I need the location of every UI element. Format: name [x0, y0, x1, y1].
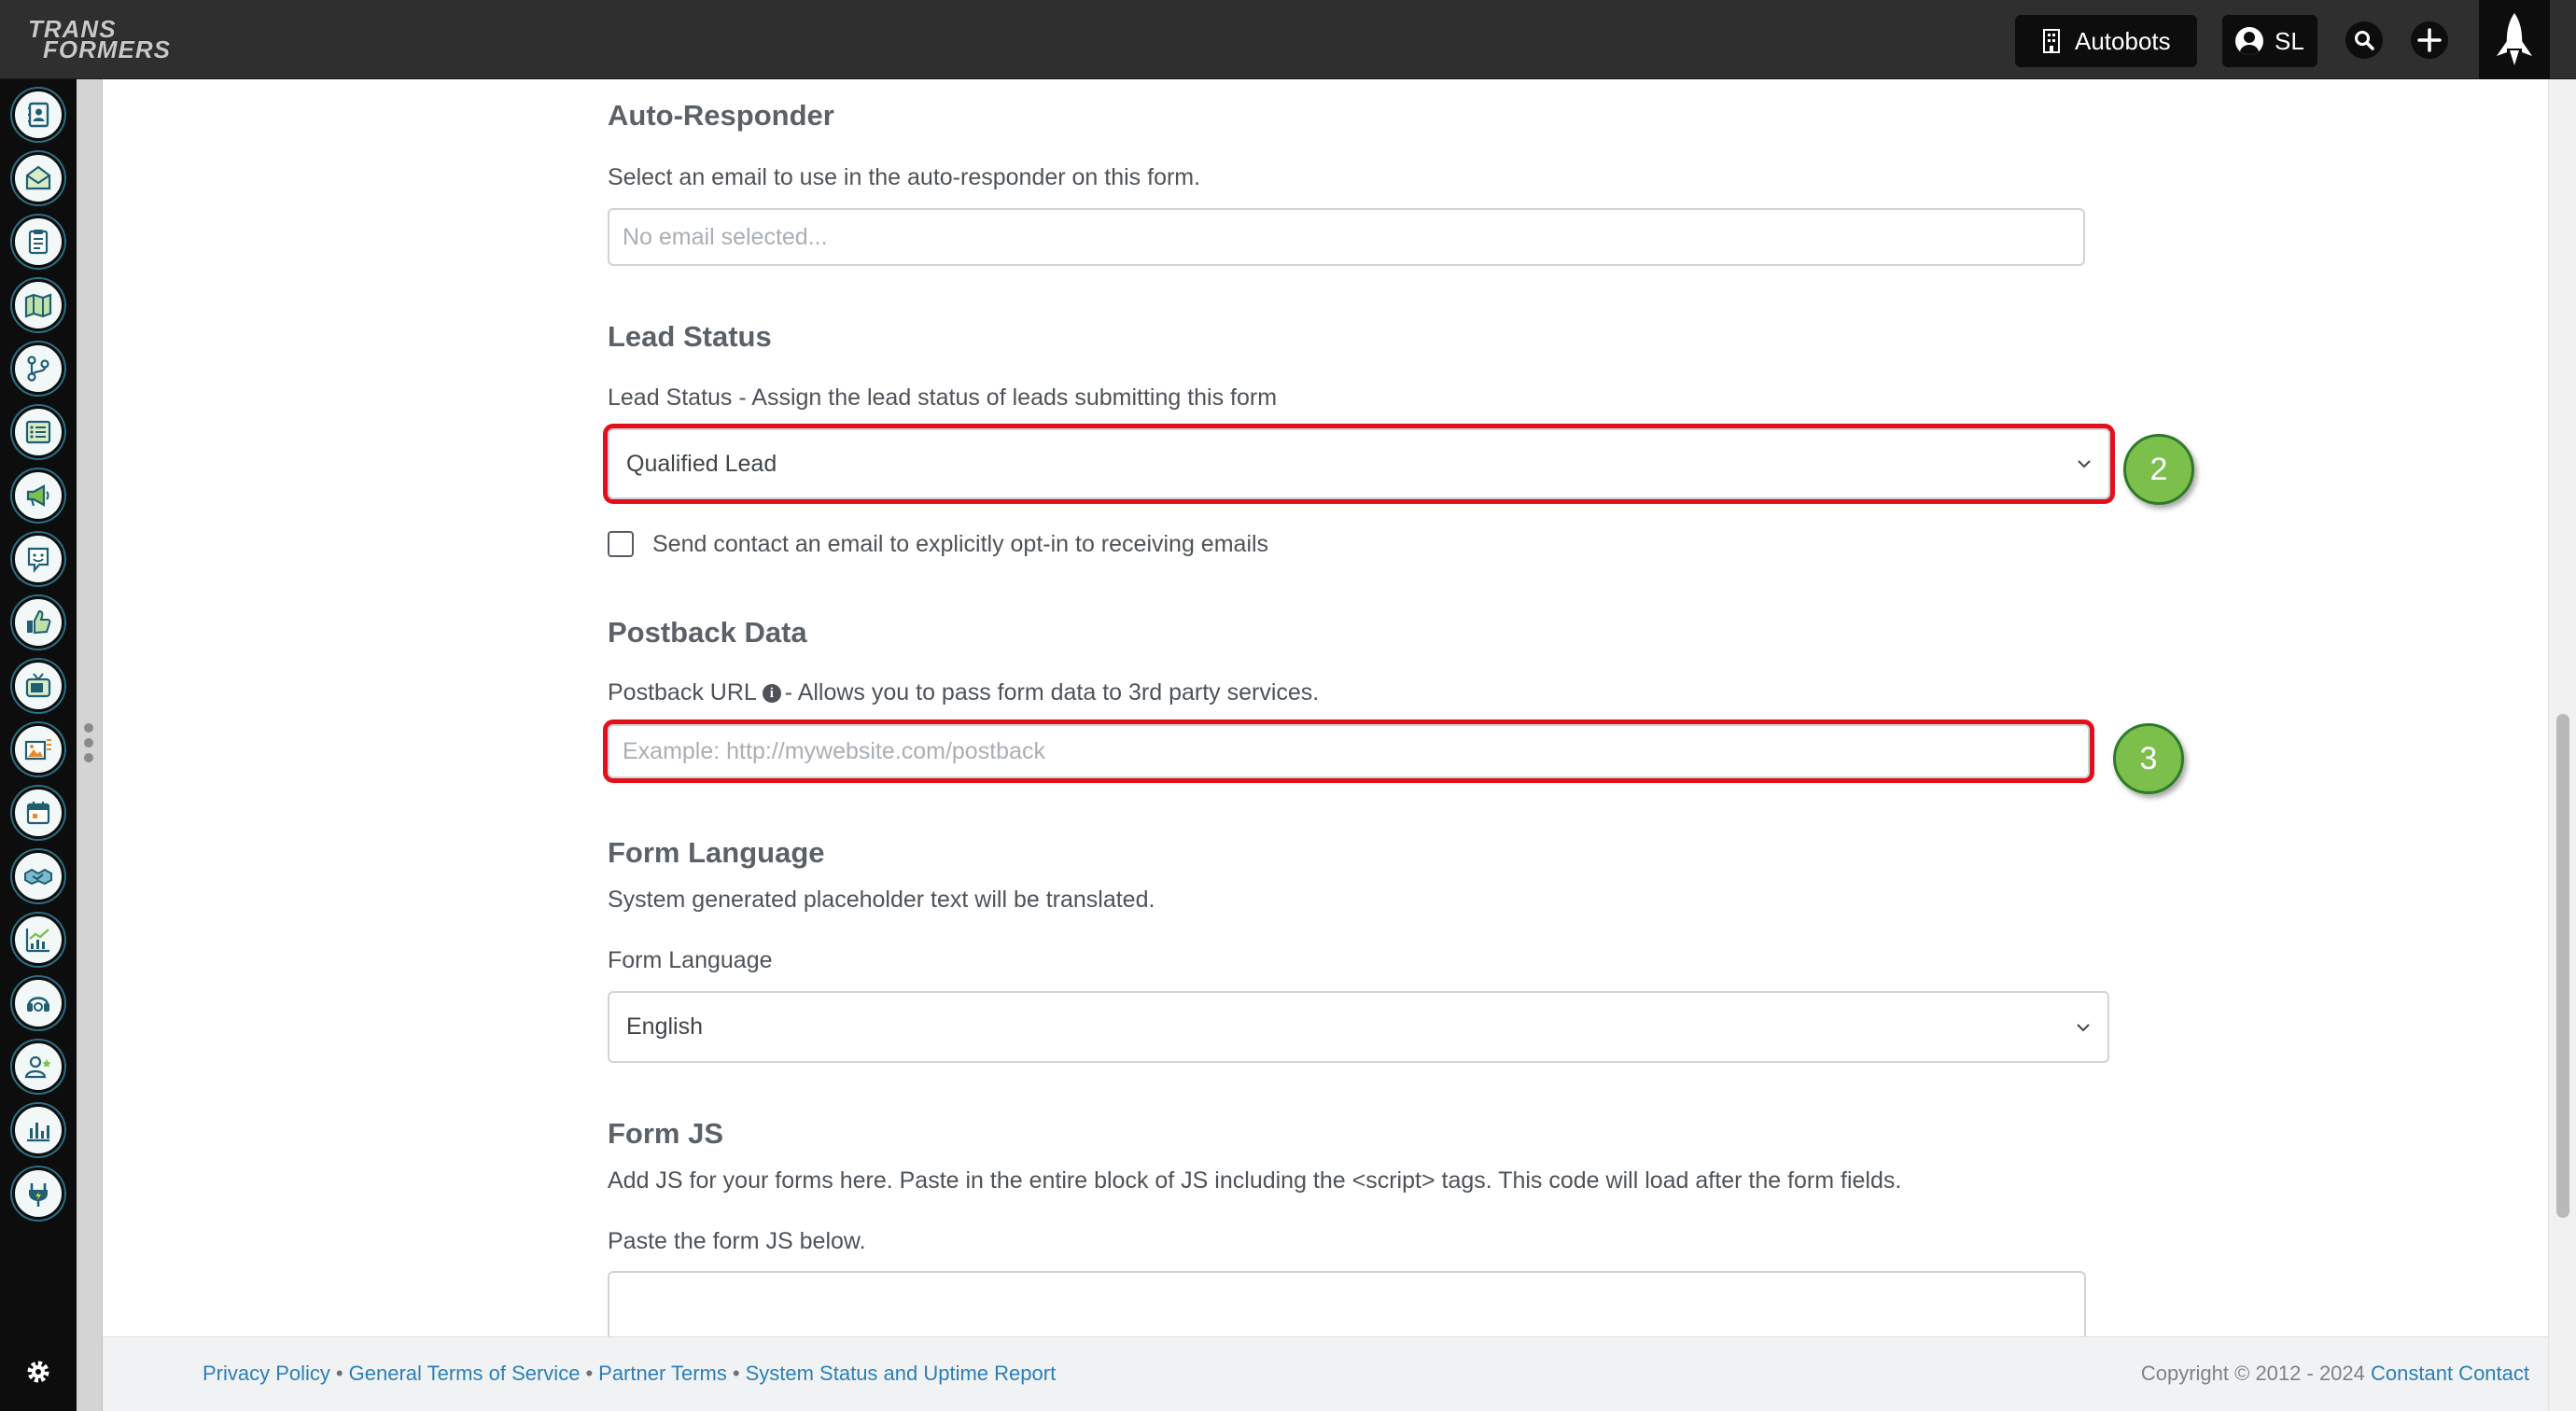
form-js-label: Paste the form JS below. — [608, 1228, 866, 1254]
transformers-logo[interactable]: TRANS FORMERS — [15, 15, 192, 63]
autoresponder-title: Auto-Responder — [608, 99, 834, 132]
optin-checkbox[interactable] — [608, 531, 634, 557]
chat-icon[interactable] — [12, 533, 64, 585]
forms-icon[interactable] — [12, 216, 64, 268]
step-badge-3: 3 — [2113, 723, 2184, 794]
avatar-icon — [2235, 27, 2263, 55]
privacy-policy-link[interactable]: Privacy Policy — [203, 1362, 330, 1385]
optin-label: Send contact an email to explicitly opt-… — [652, 531, 1269, 557]
logo-line2: FORMERS — [43, 35, 171, 63]
page-footer: Privacy Policy • General Terms of Service •… — [103, 1336, 2548, 1411]
form-language-label: Form Language — [608, 947, 773, 973]
form-language-title: Form Language — [608, 836, 825, 869]
postback-title: Postback Data — [608, 616, 807, 649]
building-icon — [2043, 29, 2060, 53]
add-button[interactable] — [2411, 21, 2448, 59]
video-icon[interactable] — [12, 660, 64, 712]
campaigns-icon[interactable] — [12, 469, 64, 522]
postback-url-placeholder: Example: http://mywebsite.com/postback — [623, 737, 1045, 764]
lead-status-select[interactable]: Qualified Lead — [603, 424, 2115, 504]
app-sidebar — [0, 79, 77, 1411]
lists-icon[interactable] — [12, 406, 64, 458]
reports-icon[interactable] — [12, 1104, 64, 1156]
map-icon[interactable] — [12, 279, 64, 331]
info-icon[interactable]: i — [762, 684, 781, 703]
terms-link[interactable]: General Terms of Service — [349, 1362, 581, 1385]
email-icon[interactable] — [12, 152, 64, 204]
users-icon[interactable] — [12, 1041, 64, 1093]
chevron-down-icon — [2078, 460, 2091, 468]
scrollbar-thumb[interactable] — [2556, 714, 2569, 1218]
partner-terms-link[interactable]: Partner Terms — [598, 1362, 727, 1385]
step-badge-2: 2 — [2123, 434, 2194, 505]
copyright-text: Copyright © 2012 - 2024 — [2140, 1362, 2365, 1385]
search-icon — [2355, 31, 2374, 50]
org-label: Autobots — [2075, 26, 2171, 55]
analytics-icon[interactable] — [12, 914, 64, 966]
postback-url-hint: - Allows you to pass form data to 3rd pa… — [784, 679, 1320, 706]
copyright: Copyright © 2012 - 2024 Constant Contact — [2141, 1362, 2529, 1386]
contacts-icon[interactable] — [12, 89, 64, 141]
top-bar: TRANS FORMERS Autobots SL — [0, 0, 2576, 79]
main-scrollbar[interactable] — [2548, 79, 2576, 1411]
postback-url-label-row: Postback URL i - Allows you to pass form d… — [608, 679, 1319, 706]
system-status-link[interactable]: System Status and Uptime Report — [746, 1362, 1057, 1385]
landing-pages-icon[interactable] — [12, 723, 64, 775]
integrations-icon[interactable] — [12, 1167, 64, 1220]
form-js-textarea[interactable] — [608, 1271, 2086, 1346]
form-language-select[interactable]: English — [608, 991, 2109, 1063]
lead-status-title: Lead Status — [608, 320, 772, 353]
search-button[interactable] — [2345, 21, 2383, 59]
autoresponder-email-select[interactable]: No email selected... — [608, 208, 2085, 266]
postback-url-input[interactable]: Example: http://mywebsite.com/postback — [603, 719, 2094, 783]
plus-icon — [2417, 28, 2442, 52]
form-js-title: Form JS — [608, 1117, 724, 1150]
rocket-icon — [2497, 12, 2532, 65]
autoresponder-placeholder: No email selected... — [623, 223, 828, 250]
chevron-down-icon — [2077, 1023, 2090, 1031]
support-icon[interactable] — [12, 977, 64, 1029]
social-icon[interactable] — [12, 596, 64, 649]
form-language-description: System generated placeholder text will b… — [608, 887, 1155, 913]
postback-url-label: Postback URL — [608, 679, 757, 706]
form-js-description: Add JS for your forms here. Paste in the… — [608, 1167, 1902, 1194]
launch-button[interactable] — [2479, 0, 2550, 79]
resize-handle[interactable] — [82, 723, 95, 768]
deals-icon[interactable] — [12, 850, 64, 902]
lead-status-value: Qualified Lead — [626, 450, 777, 477]
user-menu-button[interactable]: SL — [2222, 15, 2317, 67]
workflow-icon[interactable] — [12, 342, 64, 395]
calendar-icon[interactable] — [12, 787, 64, 839]
gear-icon[interactable] — [24, 1358, 52, 1386]
user-initials: SL — [2275, 26, 2304, 55]
form-language-value: English — [626, 1013, 703, 1040]
autoresponder-description: Select an email to use in the auto-respo… — [608, 164, 1201, 190]
lead-status-description: Lead Status - Assign the lead status of … — [608, 384, 1278, 411]
footer-links: Privacy Policy • General Terms of Service •… — [203, 1362, 1057, 1385]
company-link[interactable]: Constant Contact — [2371, 1362, 2529, 1385]
org-switcher-button[interactable]: Autobots — [2015, 15, 2197, 67]
main-content — [103, 79, 2548, 1336]
